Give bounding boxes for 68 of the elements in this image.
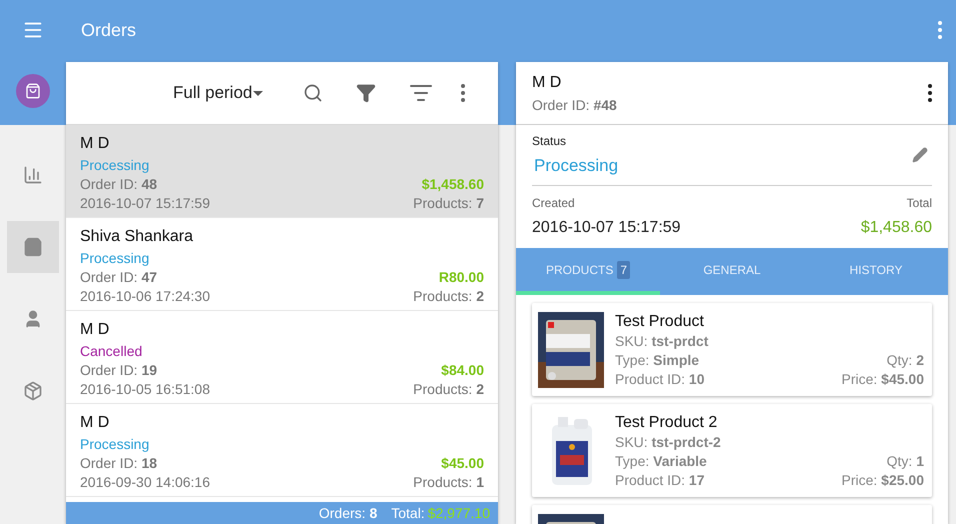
order-row[interactable]: Shiva Shankara Processing Order ID: 47 R80.00 2016-10-06 17:24:30 Products: 2 bbox=[66, 218, 498, 311]
product-card[interactable]: Test Product SKU: tst-prdct Type: Simple Qty: 2 Product ID: 10 Price: $45.00 bbox=[532, 303, 932, 396]
products-count: Products: 2 bbox=[413, 380, 484, 399]
product-sku: SKU: tst-prdct-2 bbox=[615, 433, 722, 452]
more-button[interactable] bbox=[928, 84, 932, 102]
customer-name: M D bbox=[80, 320, 110, 340]
order-date: 2016-09-30 14:06:16 bbox=[80, 473, 210, 492]
product-name: Test Product 2 bbox=[615, 413, 718, 433]
product-card[interactable]: Test Product 2 SKU: tst-prdct-2 Type: Variable Qty: 1 Product ID: 17 Price: $25.00 bbox=[532, 404, 932, 497]
order-date: 2016-10-07 15:17:59 bbox=[80, 194, 210, 213]
customer-name: M D bbox=[80, 134, 110, 154]
order-id: Order ID: 47 bbox=[80, 268, 158, 287]
customer-name: Shiva Shankara bbox=[80, 227, 194, 247]
order-id: Order ID: 18 bbox=[80, 454, 158, 473]
period-dropdown[interactable]: Full period bbox=[173, 80, 264, 106]
filter-button[interactable] bbox=[356, 83, 376, 103]
customer-name: M D bbox=[532, 72, 562, 92]
products-count: Products: 7 bbox=[413, 194, 484, 213]
order-id: Order ID: 48 bbox=[80, 175, 158, 194]
order-status: Processing bbox=[534, 154, 618, 177]
order-id: Order ID: #48 bbox=[532, 96, 617, 114]
status-label: Status bbox=[532, 132, 568, 150]
more-icon bbox=[928, 84, 932, 102]
order-total: $1,458.60 bbox=[860, 218, 932, 238]
count-badge: 7 bbox=[617, 260, 630, 278]
total-label: Total bbox=[906, 195, 932, 212]
more-icon bbox=[938, 21, 942, 39]
order-row[interactable]: M D Processing Order ID: 18 $45.00 2016-09-30 14:06:16 Products: 1 bbox=[66, 404, 498, 497]
grand-total: $2,977.10 bbox=[428, 504, 490, 522]
tab[interactable]: PRODUCTS 7 bbox=[516, 248, 660, 295]
product-name: Test Product bbox=[615, 312, 705, 332]
product-type: Type: Variable bbox=[615, 452, 707, 471]
sidebar-item[interactable] bbox=[7, 221, 59, 273]
more-icon bbox=[461, 84, 466, 102]
order-id: Order ID: 19 bbox=[80, 361, 158, 380]
order-total: $1,458.60 bbox=[422, 175, 484, 194]
order-status: Processing bbox=[80, 435, 150, 454]
order-total: R80.00 bbox=[438, 268, 484, 287]
product-qty: Qty: 1 bbox=[886, 452, 924, 471]
customer-name: M D bbox=[80, 413, 110, 433]
created-date: 2016-10-07 15:17:59 bbox=[532, 218, 681, 238]
products-count: Products: 2 bbox=[413, 287, 484, 306]
product-id: Product ID: 17 bbox=[615, 471, 704, 490]
created-label: Created bbox=[532, 195, 576, 212]
product-sku: SKU: tst-prdct bbox=[615, 332, 710, 351]
order-total: $84.00 bbox=[441, 361, 484, 380]
products-count: Products: 1 bbox=[413, 473, 484, 492]
order-date: 2016-10-05 16:51:08 bbox=[80, 380, 210, 399]
order-status: Processing bbox=[80, 156, 150, 175]
edit-button[interactable] bbox=[912, 147, 928, 163]
product-price: Price: $45.00 bbox=[841, 370, 924, 389]
order-row[interactable]: M D Processing Order ID: 48 $1,458.60 2016-10-07 15:17:59 Products: 7 bbox=[66, 125, 498, 218]
search-button[interactable] bbox=[303, 83, 324, 103]
chart-icon bbox=[23, 165, 43, 185]
product-price: Price: $25.00 bbox=[841, 471, 924, 490]
app-title: Orders bbox=[81, 18, 136, 42]
orders-count: Orders: 8 bbox=[318, 504, 378, 522]
caret-icon bbox=[253, 90, 264, 96]
order-date: 2016-10-06 17:24:30 bbox=[80, 287, 210, 306]
total-label: Total: bbox=[391, 504, 425, 522]
product-type: Type: Simple bbox=[615, 351, 700, 370]
product-id: Product ID: 10 bbox=[615, 370, 704, 389]
order-status: Cancelled bbox=[80, 342, 144, 361]
order-status: Processing bbox=[80, 249, 150, 268]
order-total: $45.00 bbox=[441, 454, 484, 473]
order-row[interactable]: M D Cancelled Order ID: 19 $84.00 2016-10-05 16:51:08 Products: 2 bbox=[66, 311, 498, 404]
boxes-icon bbox=[23, 381, 43, 401]
product-qty: Qty: 2 bbox=[886, 351, 924, 370]
